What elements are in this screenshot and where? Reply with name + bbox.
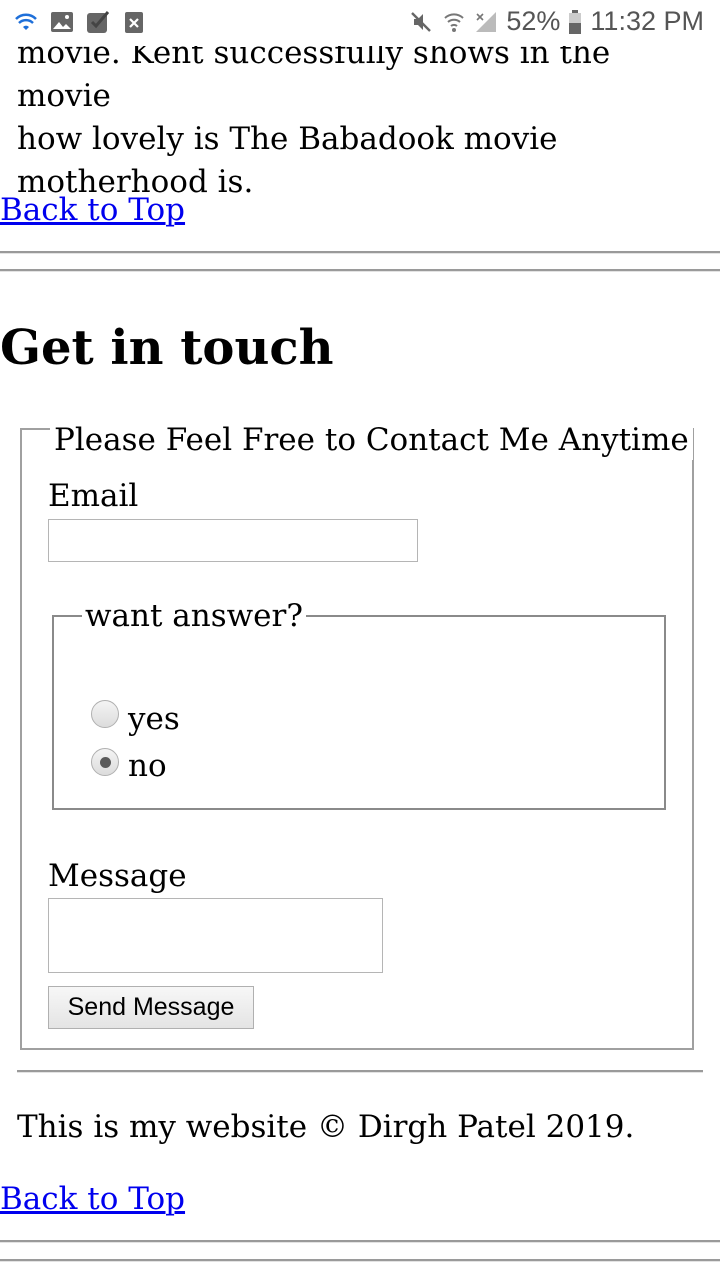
back-to-top-link[interactable]: Back to Top — [0, 1181, 185, 1217]
signal-icon — [476, 11, 497, 32]
status-bar: 52% 11:32 PM — [0, 0, 720, 46]
divider — [17, 1070, 703, 1073]
article-paragraph: movie. Kent successfully shows in the mo… — [17, 32, 707, 204]
battery-icon — [569, 9, 582, 34]
back-to-top-link[interactable]: Back to Top — [0, 192, 185, 228]
radio-no-label: no — [128, 748, 167, 784]
email-field[interactable] — [48, 519, 418, 562]
article-line: how lovely is The Babadook movie — [17, 121, 558, 157]
image-icon — [51, 12, 73, 32]
email-label: Email — [48, 478, 139, 514]
want-answer-legend: want answer? — [82, 596, 306, 636]
contact-form-legend: Please Feel Free to Contact Me Anytime — [50, 420, 693, 460]
radio-yes[interactable] — [91, 700, 119, 728]
message-label: Message — [48, 858, 187, 894]
footer-text: This is my website © Dirgh Patel 2019. — [17, 1109, 635, 1145]
divider — [0, 1259, 720, 1262]
message-textarea[interactable] — [48, 898, 383, 973]
send-message-button[interactable]: Send Message — [48, 986, 254, 1029]
wifi-calling-icon — [15, 13, 37, 30]
contact-heading: Get in touch — [0, 320, 334, 376]
battery-percent: 52% — [506, 6, 561, 36]
radio-no[interactable] — [91, 748, 119, 776]
close-box-icon — [125, 12, 143, 33]
wifi-icon — [444, 12, 465, 32]
divider — [0, 269, 720, 272]
radio-yes-label: yes — [128, 701, 180, 737]
mute-icon — [411, 11, 432, 32]
divider — [0, 251, 720, 254]
article-line: movie. Kent successfully shows in the mo… — [17, 35, 611, 114]
clock: 11:32 PM — [590, 6, 704, 36]
checkbox-icon — [87, 11, 110, 33]
divider — [0, 1240, 720, 1243]
